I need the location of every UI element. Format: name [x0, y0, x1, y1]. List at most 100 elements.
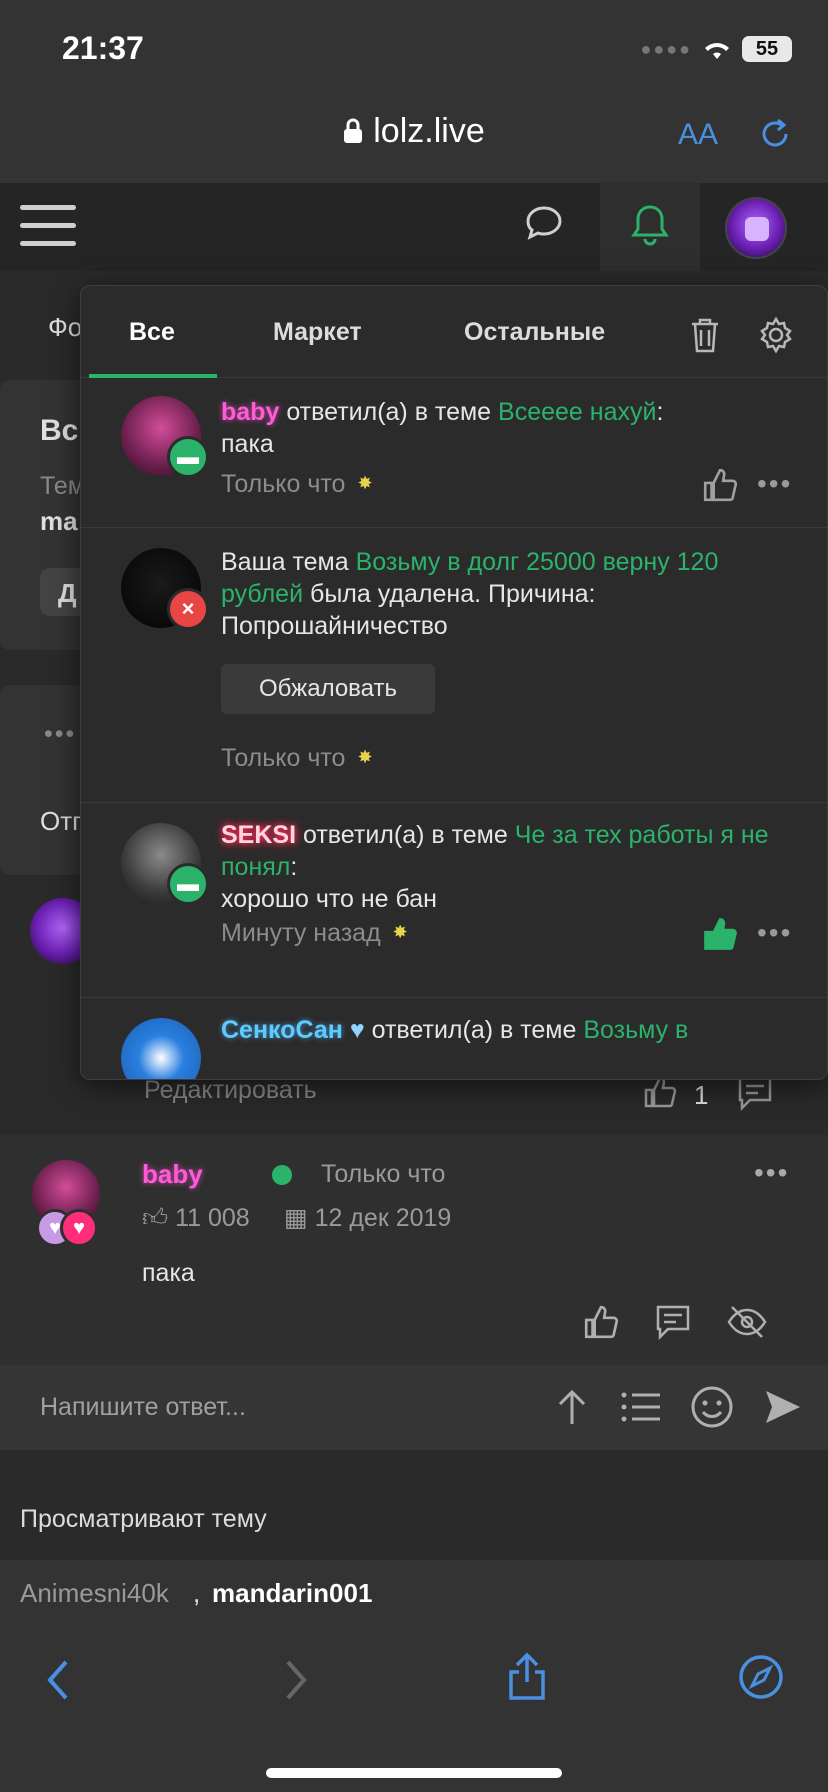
notification-message: пака	[221, 430, 274, 458]
url-text: lolz.live	[373, 112, 485, 150]
notification-thread[interactable]: Возьму в	[583, 1016, 688, 1044]
reply-tools	[552, 1385, 802, 1429]
share-icon[interactable]	[506, 1652, 548, 1702]
notification-item[interactable]: × Ваша тема Возьму в долг 25000 верну 12…	[81, 528, 827, 803]
reg-date: 12 дек 2019	[314, 1204, 452, 1232]
more-button[interactable]: •••	[757, 468, 792, 500]
notification-time: Только что ✸	[221, 470, 373, 499]
heart-icon: ♥	[349, 1016, 365, 1044]
post-more-button[interactable]: •••	[754, 1157, 789, 1189]
notification-action: ответил(а) в теме	[286, 398, 492, 426]
hide-icon[interactable]	[726, 1303, 768, 1341]
removed-badge-icon: ×	[167, 588, 209, 630]
notification-thread[interactable]: Всееее нахуй	[498, 398, 656, 426]
bell-icon	[631, 205, 669, 246]
tab-other[interactable]: Остальные	[464, 318, 605, 347]
notification-tabs: Все Маркет Остальные	[81, 286, 827, 378]
more-button[interactable]: •••	[757, 917, 792, 949]
viewer-link[interactable]: mandarin001	[212, 1578, 372, 1609]
background-card	[0, 685, 90, 875]
notification-item[interactable]: ▬ baby ответил(а) в теме Всееее нахуй: п…	[81, 378, 827, 528]
post-author[interactable]: baby	[142, 1159, 203, 1190]
notification-text: SEKSI ответил(а) в теме Че за тех работы…	[221, 821, 769, 913]
bg-label: Д	[58, 578, 77, 608]
notification-text: Ваша тема Возьму в долг 25000 верну 120 …	[221, 546, 791, 642]
browser-bottom-bar	[0, 1628, 828, 1792]
notification-user[interactable]: baby	[221, 398, 279, 426]
text-size-button[interactable]: AA	[678, 118, 718, 152]
appeal-button[interactable]: Обжаловать	[221, 664, 435, 714]
new-sparkle-icon: ✸	[357, 473, 373, 493]
notifications-popup: Все Маркет Остальные ▬ baby ответил(а) в…	[80, 285, 828, 1080]
likes-count: 11 008	[175, 1204, 250, 1232]
bg-label: Фо	[48, 312, 83, 342]
notification-user[interactable]: SEKSI	[221, 821, 296, 849]
status-icons: ●●●● 55	[640, 36, 792, 62]
upload-arrow-icon[interactable]	[552, 1386, 592, 1428]
notification-action: ответил(а) в теме	[371, 1016, 577, 1044]
viewer-link[interactable]: Animesni40k	[20, 1578, 169, 1609]
edit-link[interactable]: Редактировать	[144, 1076, 317, 1105]
post-reg-date: ▦ 12 дек 2019	[284, 1203, 451, 1233]
calendar-icon: ▦	[284, 1204, 315, 1232]
notification-prefix: Ваша тема	[221, 548, 349, 576]
thumb-icon: 👍︎	[142, 1204, 176, 1232]
post-likes: 👍︎ 11 008	[142, 1203, 250, 1233]
back-icon[interactable]	[44, 1658, 72, 1702]
reply-bar: Напишите ответ...	[0, 1365, 828, 1450]
new-sparkle-icon: ✸	[357, 747, 373, 767]
send-icon[interactable]	[762, 1387, 802, 1427]
tab-market[interactable]: Маркет	[273, 318, 362, 347]
message-badge-icon: ▬	[167, 436, 209, 478]
home-indicator	[266, 1768, 562, 1778]
time-text: Только что	[221, 470, 346, 498]
notification-time: Минуту назад ✸	[221, 919, 408, 948]
viewers-list: Animesni40k , mandarin001	[0, 1560, 828, 1628]
reply-input[interactable]: Напишите ответ...	[40, 1393, 246, 1422]
new-sparkle-icon: ✸	[392, 922, 408, 942]
menu-icon[interactable]	[20, 205, 76, 249]
signal-icon: ●●●●	[640, 38, 692, 59]
chat-icon[interactable]	[524, 203, 564, 243]
notification-user[interactable]: СенкоСан	[221, 1016, 343, 1044]
lock-icon	[344, 118, 363, 143]
status-time: 21:37	[62, 30, 144, 66]
notification-text: СенкоСан ♥ ответил(а) в теме Возьму в	[221, 1014, 791, 1046]
like-count: 1	[694, 1080, 709, 1110]
reply-icon[interactable]	[654, 1303, 692, 1341]
notifications-button[interactable]	[600, 183, 700, 271]
notification-message: хорошо что не бан	[221, 885, 437, 913]
notification-action: ответил(а) в теме	[302, 821, 508, 849]
like-icon[interactable]	[701, 915, 739, 953]
bg-label: ma	[40, 506, 78, 536]
compass-icon[interactable]	[738, 1654, 784, 1700]
heart-badge-icon: ♥	[60, 1209, 98, 1247]
notification-item[interactable]: СенкоСан ♥ ответил(а) в теме Возьму в	[81, 998, 827, 1079]
viewing-title: Просматривают тему	[20, 1505, 267, 1533]
browser-top-bar: 21:37 ●●●● 55 lolz.live AA	[0, 0, 828, 183]
like-icon[interactable]	[582, 1303, 620, 1341]
forward-icon[interactable]	[282, 1658, 310, 1702]
trash-icon[interactable]	[689, 316, 721, 354]
time-text: Минуту назад	[221, 919, 381, 947]
viewer-separator: ,	[193, 1578, 201, 1608]
tab-all[interactable]: Все	[129, 318, 175, 347]
post-actions	[582, 1303, 768, 1341]
forum-header	[0, 183, 828, 271]
notification-avatar[interactable]	[121, 1018, 201, 1079]
like-icon[interactable]	[701, 466, 739, 504]
online-indicator	[272, 1165, 292, 1185]
message-badge-icon: ▬	[167, 863, 209, 905]
wifi-icon	[705, 43, 729, 59]
emoji-icon[interactable]	[690, 1385, 734, 1429]
user-avatar[interactable]	[725, 197, 787, 259]
bg-label: Вс	[40, 414, 79, 447]
time-text: Только что	[221, 744, 346, 772]
bg-label: Тем	[40, 472, 85, 500]
notification-text: baby ответил(а) в теме Всееее нахуй: пак…	[221, 398, 664, 458]
list-icon[interactable]	[620, 1389, 662, 1425]
reload-icon[interactable]	[758, 116, 792, 152]
gear-icon[interactable]	[757, 316, 795, 354]
notification-item[interactable]: ▬ SEKSI ответил(а) в теме Че за тех рабо…	[81, 803, 827, 998]
post-time[interactable]: Только что	[321, 1160, 445, 1189]
